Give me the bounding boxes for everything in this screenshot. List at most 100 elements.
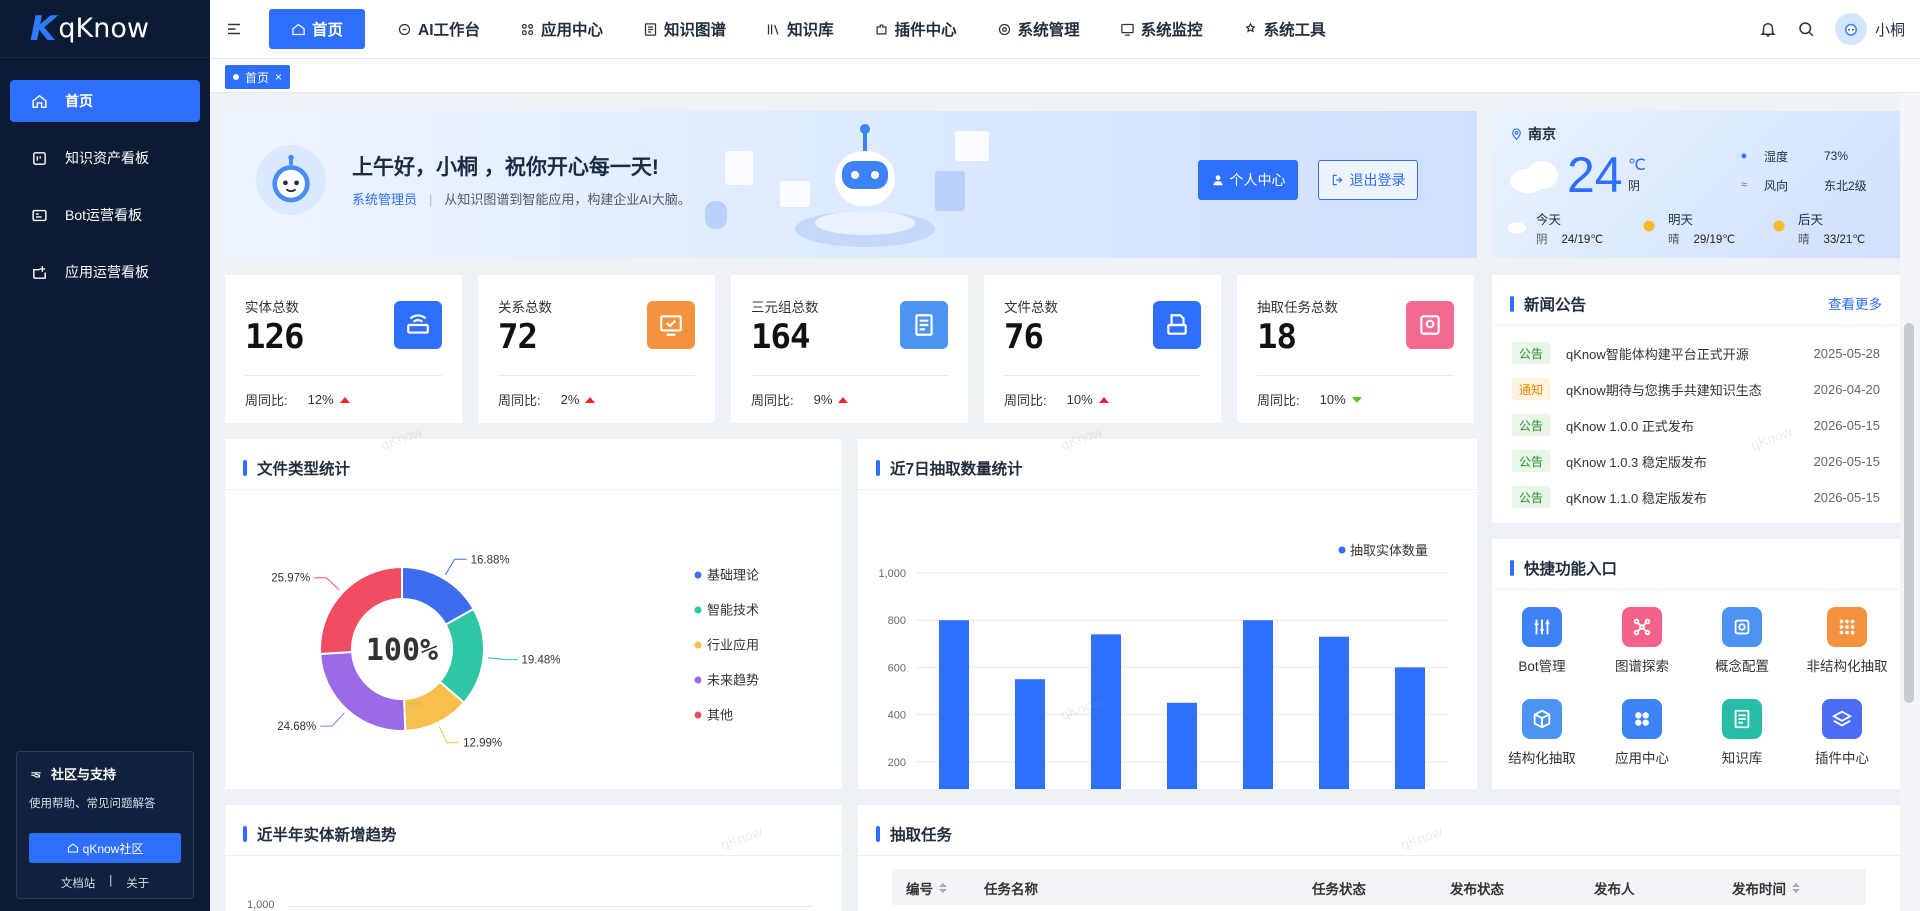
- router-icon: [394, 301, 442, 349]
- sort-icon: [939, 883, 947, 893]
- stat-card-relations: 关系总数 72 周同比: 2%: [478, 275, 715, 423]
- tab-app-center[interactable]: 应用中心: [503, 9, 620, 49]
- news-item[interactable]: 公告 qKnow 1.1.0 稳定版发布 2026-05-15: [1512, 485, 1880, 509]
- news-item[interactable]: 通知 qKnow期待与您携手共建知识生态 2026-04-20: [1512, 377, 1880, 401]
- weather-city: 南京: [1510, 124, 1556, 144]
- tools-icon: [1245, 21, 1256, 33]
- quick-knowledge-base[interactable]: 知识库: [1697, 699, 1787, 767]
- divider: [751, 375, 948, 376]
- app-board-icon: [33, 265, 46, 279]
- panel-title: 新闻公告: [1510, 293, 1586, 315]
- community-desc: 使用帮助、常见问题解答: [29, 798, 156, 810]
- about-link[interactable]: 关于: [126, 875, 149, 891]
- view-more-link[interactable]: 查看更多: [1828, 293, 1882, 313]
- printer-icon: [1153, 301, 1201, 349]
- quick-graph-explore[interactable]: 图谱探索: [1597, 607, 1687, 675]
- link-separator: |: [109, 875, 113, 887]
- bell-icon[interactable]: [1759, 20, 1777, 38]
- legend-label: 智能技术: [707, 603, 759, 618]
- graph-icon: [644, 22, 657, 36]
- file-type-panel: 文件类型统计 16.88% 19.48% 12.99% 24.68% 25.97% 100…: [225, 439, 842, 789]
- avatar[interactable]: [1834, 13, 1867, 45]
- sun-icon: [1643, 220, 1655, 232]
- quick-app-center[interactable]: 应用中心: [1597, 699, 1687, 767]
- news-item[interactable]: 公告 qKnow智能体构建平台正式开源 2025-05-28: [1512, 341, 1880, 365]
- forecast-today: 今天阴 24/19℃: [1506, 209, 1603, 247]
- quick-access-panel: 快捷功能入口 Bot管理 图谱探索 概念配置 非结构化抽取 结构化抽取 应用中心…: [1492, 539, 1900, 789]
- sidebar-item-app-board[interactable]: 应用运营看板: [10, 251, 200, 293]
- sidebar-item-label: 知识资产看板: [65, 150, 149, 166]
- news-item[interactable]: 公告 qKnow 1.0.0 正式发布 2026-05-15: [1512, 413, 1880, 437]
- humidity-icon: ●: [1734, 146, 1754, 166]
- task-icon: [1406, 301, 1454, 349]
- tab-system-tools[interactable]: 系统工具: [1226, 9, 1343, 49]
- tab-knowledge-graph[interactable]: 知识图谱: [626, 9, 743, 49]
- y-tick-label: 800: [888, 615, 906, 627]
- search-icon[interactable]: [1797, 20, 1815, 38]
- legend-label: 行业应用: [707, 638, 759, 653]
- sidebar-item-home[interactable]: 首页: [10, 80, 200, 122]
- column-task-name: 任务名称: [984, 882, 1038, 897]
- y-tick-label: 600: [888, 662, 906, 674]
- legend-dot: [1338, 546, 1346, 554]
- leader-line: [445, 558, 467, 576]
- panel-title: 近7日抽取数量统计: [876, 457, 1023, 479]
- tab-ai-workbench[interactable]: AI工作台: [380, 9, 497, 49]
- tab-plugin-center[interactable]: 插件中心: [857, 9, 974, 49]
- user-icon: [1212, 175, 1223, 186]
- legend-dot: [694, 676, 702, 684]
- stat-card-tasks: 抽取任务总数 18 周同比: 10%: [1237, 275, 1474, 423]
- forecast-tomorrow: 明天晴 29/19℃: [1638, 209, 1735, 247]
- quick-structured-extract[interactable]: 结构化抽取: [1497, 699, 1587, 767]
- community-links: 文档站 | 关于: [29, 875, 181, 891]
- page-scrollbar[interactable]: [1900, 93, 1920, 911]
- concept-icon: [1722, 607, 1762, 647]
- notice-badge: 通知: [1512, 378, 1550, 400]
- tab-system-monitor[interactable]: 系统监控: [1103, 9, 1220, 49]
- temperature: 24: [1567, 147, 1623, 203]
- logo[interactable]: K qKnow: [0, 0, 210, 58]
- community-button[interactable]: qKnow社区: [29, 833, 181, 863]
- announcement-badge: 公告: [1512, 450, 1550, 472]
- bar-chart: 02004006008001,00005-0105-0205-0305-0405…: [878, 543, 1448, 789]
- news-panel: 新闻公告 查看更多 公告 qKnow智能体构建平台正式开源 2025-05-28 通…: [1492, 275, 1900, 523]
- tab-home[interactable]: 首页: [269, 9, 366, 49]
- stat-card-entities: 实体总数 126 周同比: 12%: [225, 275, 462, 423]
- tag-home[interactable]: 首页 ×: [225, 65, 291, 89]
- close-icon[interactable]: ×: [275, 70, 282, 84]
- quick-unstructured-extract[interactable]: 非结构化抽取: [1797, 607, 1897, 675]
- sort-icon: [1792, 883, 1800, 893]
- sidebar-item-label: Bot运营看板: [65, 207, 143, 223]
- sidebar-item-label: 应用运营看板: [65, 264, 149, 280]
- profile-button[interactable]: 个人中心: [1198, 160, 1298, 200]
- column-id[interactable]: 编号: [906, 878, 947, 898]
- slogan: 从知识图谱到智能应用，构建企业AI大脑。: [444, 192, 691, 207]
- tab-knowledge-base[interactable]: 知识库: [749, 9, 851, 49]
- ai-icon: [398, 23, 411, 35]
- apps-icon: [521, 23, 534, 35]
- bar: [1243, 620, 1273, 789]
- scrollbar-thumb[interactable]: [1904, 323, 1914, 703]
- user-name[interactable]: 小桐: [1875, 19, 1905, 40]
- quick-concept-config[interactable]: 概念配置: [1697, 607, 1787, 675]
- menu-toggle-icon[interactable]: [225, 20, 243, 38]
- top-right-tools: 小桐: [1759, 0, 1905, 58]
- week-compare: 周同比: 9%: [751, 390, 849, 409]
- quick-bot-manage[interactable]: Bot管理: [1497, 607, 1587, 675]
- y-tick-label: 200: [888, 757, 906, 769]
- news-item[interactable]: 公告 qKnow 1.0.3 稳定版发布 2026-05-15: [1512, 449, 1880, 473]
- robot-illustration: [705, 124, 989, 247]
- robot-avatar-icon: [1844, 23, 1857, 36]
- plugin-icon: [876, 24, 887, 34]
- logo-mark: K: [30, 8, 56, 49]
- quick-plugin-center[interactable]: 插件中心: [1797, 699, 1887, 767]
- temperature-unit: ℃: [1628, 157, 1646, 174]
- logout-button[interactable]: 退出登录: [1318, 160, 1418, 200]
- sidebar-item-bot-board[interactable]: Bot运营看板: [10, 194, 200, 236]
- docs-link[interactable]: 文档站: [61, 875, 96, 891]
- column-publish-time[interactable]: 发布时间: [1732, 878, 1800, 898]
- week-compare: 周同比: 2%: [498, 390, 596, 409]
- home-icon: [32, 94, 47, 108]
- tab-system-admin[interactable]: 系统管理: [980, 9, 1097, 49]
- sidebar-item-knowledge-board[interactable]: 知识资产看板: [10, 137, 200, 179]
